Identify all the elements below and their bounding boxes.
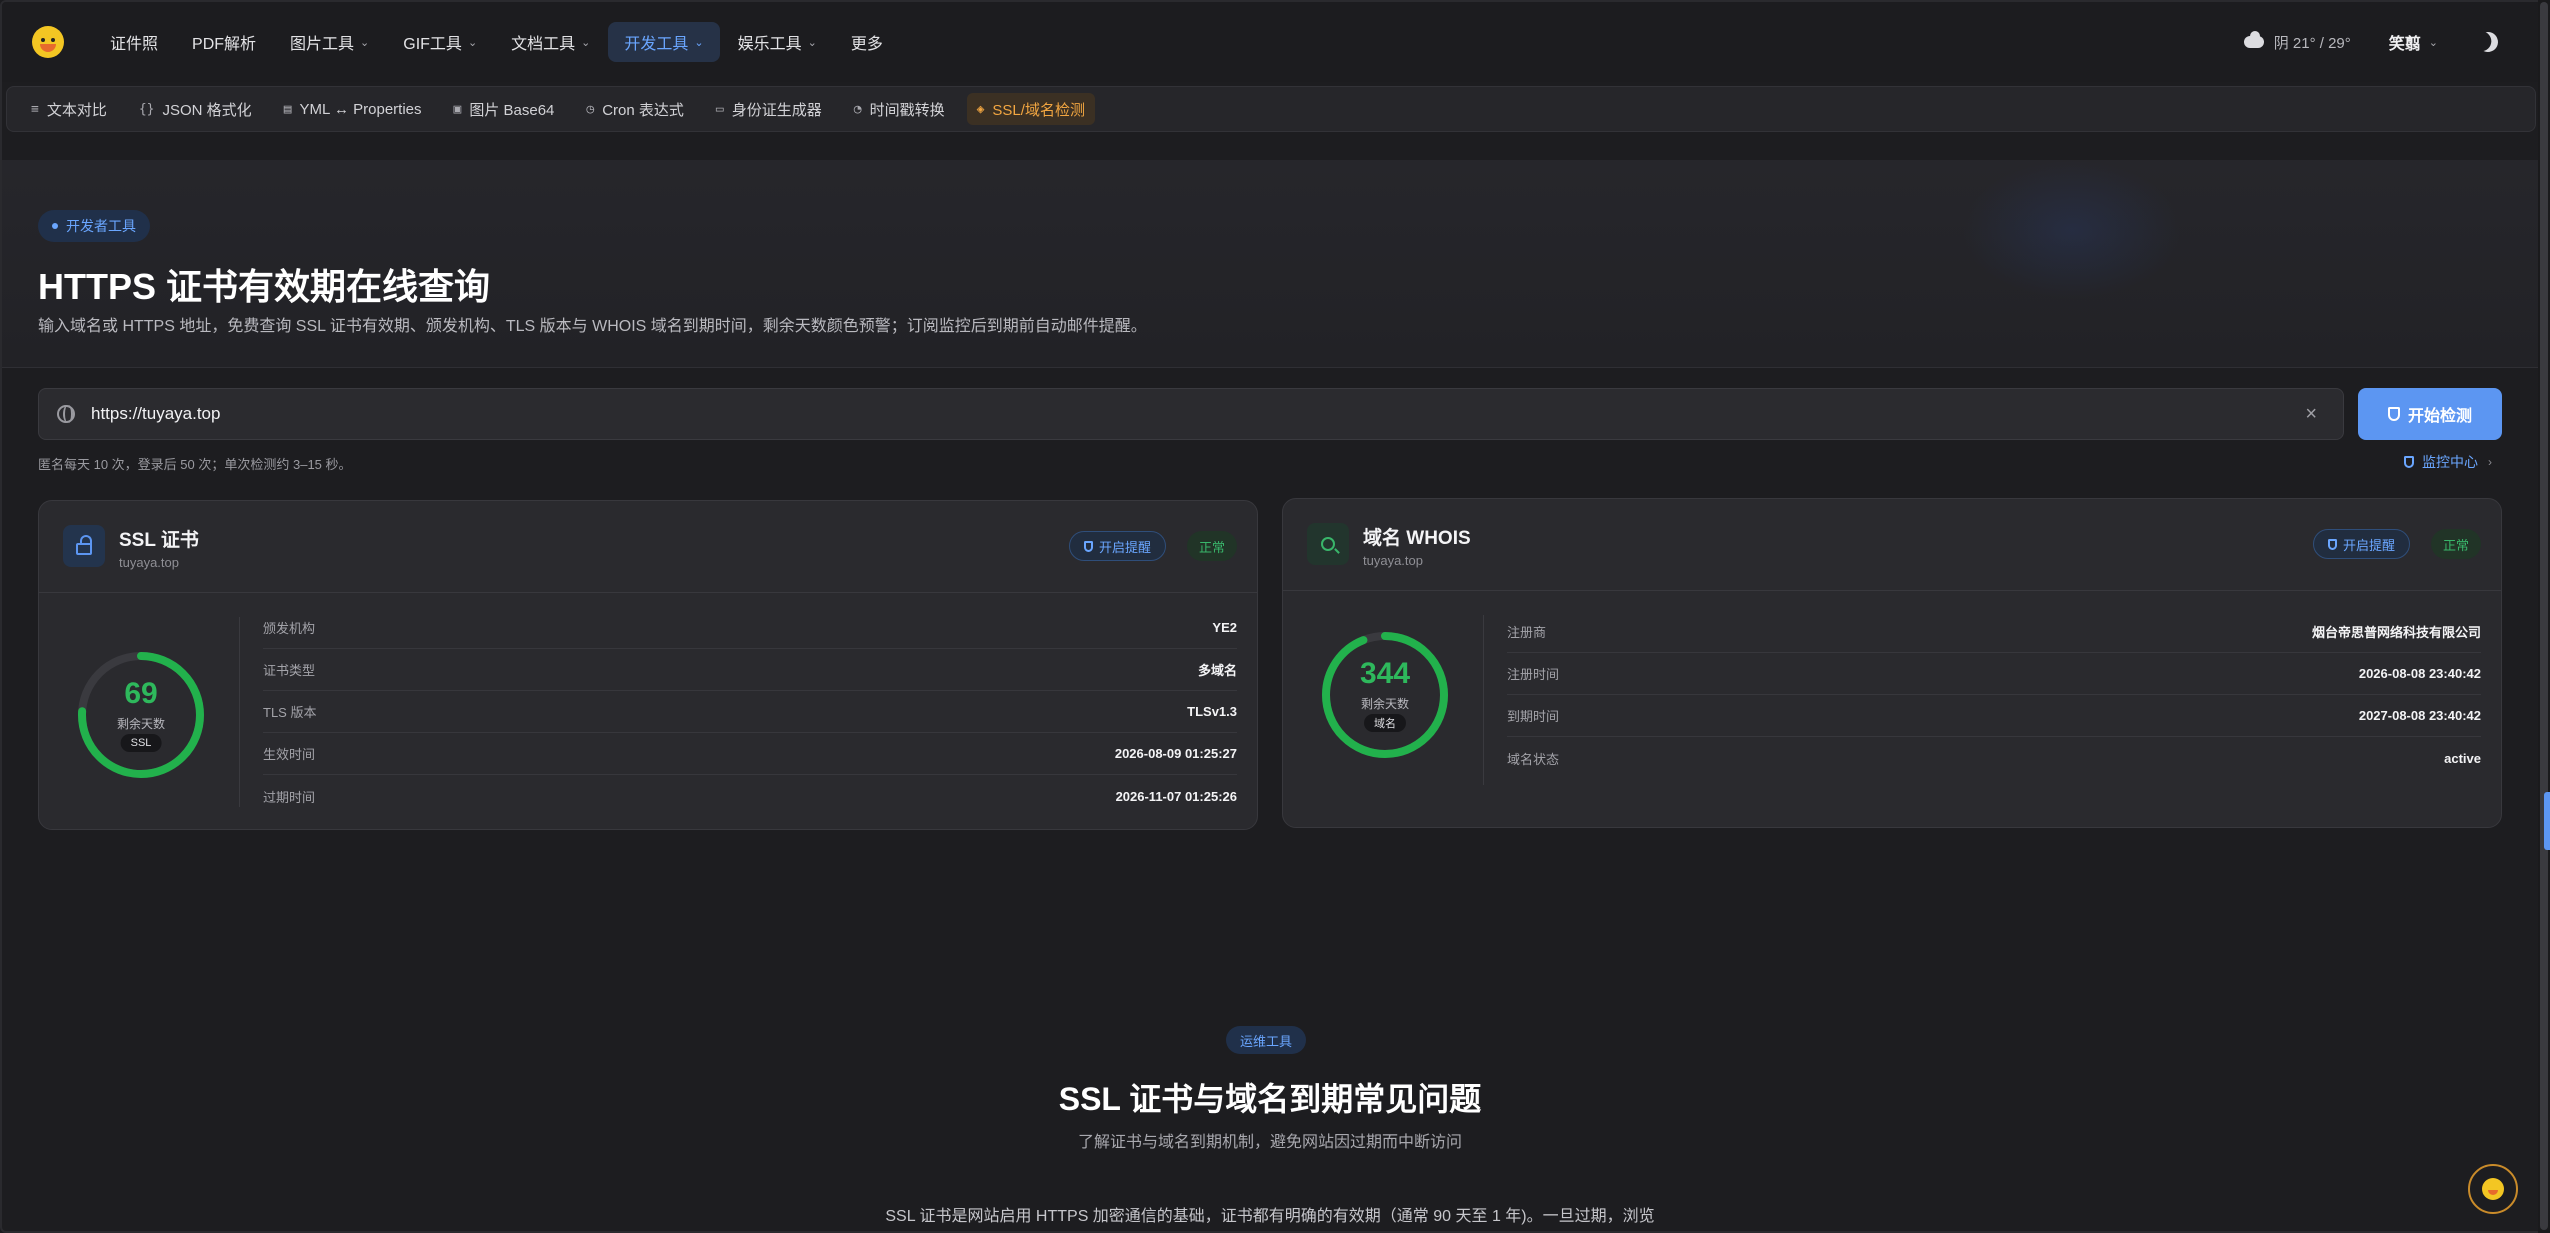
domain-input[interactable] <box>91 404 2306 424</box>
detail-row: 注册商 烟台帝思普网络科技有限公司 <box>1507 611 2481 653</box>
days-value: 69 <box>124 677 158 710</box>
tab-id-generator[interactable]: ▭ 身份证生成器 <box>706 93 832 125</box>
mascot-icon <box>2482 1178 2504 1200</box>
ssl-certificate-card: SSL 证书 tuyaya.top 开启提醒 正常 69 剩余天数 SSL 颁发… <box>38 500 1258 830</box>
nav-item-doc-tools[interactable]: 文档工具 ⌄ <box>495 22 606 62</box>
lines-icon: ≡ <box>31 101 39 117</box>
usage-hint: 匿名每天 10 次，登录后 50 次；单次检测约 3–15 秒。 <box>38 457 352 472</box>
tab-ssl-domain[interactable]: ◈ SSL/域名检测 <box>966 93 1095 125</box>
hero-section: 开发者工具 HTTPS 证书有效期在线查询 输入域名或 HTTPS 地址，免费查… <box>2 160 2538 368</box>
logo-icon[interactable] <box>32 26 64 58</box>
app-window: 证件照 PDF解析 图片工具 ⌄ GIF工具 ⌄ 文档工具 ⌄ 开发工具 ⌄ 娱乐工具 ⌄… <box>0 0 2550 1233</box>
nav-item-gif-tools[interactable]: GIF工具 ⌄ <box>387 22 493 62</box>
side-tab[interactable] <box>2544 792 2550 850</box>
page-description: 输入域名或 HTTPS 地址，免费查询 SSL 证书有效期、颁发机构、TLS 版… <box>38 318 1147 335</box>
page-title: HTTPS 证书有效期在线查询 <box>38 266 491 307</box>
id-card-icon: ▭ <box>715 101 724 117</box>
faq-paragraph: SSL 证书是网站启用 HTTPS 加密通信的基础，证书都有明确的有效期（通常 … <box>885 1208 1655 1225</box>
start-check-button[interactable]: 开始检测 <box>2358 388 2502 440</box>
nav-item-fun-tools[interactable]: 娱乐工具 ⌄ <box>722 22 833 62</box>
chevron-down-icon: ⌄ <box>694 36 704 49</box>
tab-text-diff[interactable]: ≡ 文本对比 <box>21 93 117 125</box>
chevron-down-icon: ⌄ <box>360 36 370 49</box>
user-menu[interactable]: 笑翦 ⌄ <box>2389 30 2438 54</box>
braces-icon: {} <box>138 101 155 117</box>
detail-row: 到期时间 2027-08-08 23:40:42 <box>1507 695 2481 737</box>
globe-icon <box>57 405 75 423</box>
faq-badge: 运维工具 <box>1226 1026 1307 1054</box>
chevron-right-icon: › <box>2488 455 2492 469</box>
tab-json-format[interactable]: {} JSON 格式化 <box>129 93 262 125</box>
detail-row: 颁发机构 YE2 <box>263 607 1237 649</box>
shield-icon <box>2387 407 2400 421</box>
card-domain: tuyaya.top <box>1363 553 1423 568</box>
enable-reminder-button[interactable]: 开启提醒 <box>2313 529 2411 559</box>
detail-row: 生效时间 2026-08-09 01:25:27 <box>263 733 1237 775</box>
category-badge: 开发者工具 <box>38 210 150 242</box>
lock-icon <box>63 525 105 567</box>
monitor-center-link[interactable]: 监控中心 › <box>2404 452 2492 472</box>
nav-item-id-photo[interactable]: 证件照 <box>94 22 174 62</box>
chevron-down-icon: ⌄ <box>807 36 817 49</box>
days-value: 344 <box>1359 657 1411 690</box>
detail-row: 证书类型 多域名 <box>263 649 1237 691</box>
days-label: 剩余天数 <box>116 717 165 731</box>
tab-timestamp[interactable]: ◔ 时间戳转换 <box>844 93 955 125</box>
card-domain: tuyaya.top <box>119 555 179 570</box>
image-icon: ▣ <box>453 101 462 117</box>
detail-row: 注册时间 2026-08-08 23:40:42 <box>1507 653 2481 695</box>
enable-reminder-button[interactable]: 开启提醒 <box>1069 531 1167 561</box>
cloud-icon <box>2243 31 2264 48</box>
nav-item-image-tools[interactable]: 图片工具 ⌄ <box>274 22 385 62</box>
timer-icon: ◔ <box>853 101 862 117</box>
card-title: 域名 WHOIS <box>1363 528 1471 549</box>
shield-icon: ◈ <box>976 101 985 117</box>
faq-subtitle: 了解证书与域名到期机制，避免网站因过期而中断访问 <box>1077 1134 1462 1151</box>
tab-cron[interactable]: ◷ Cron 表达式 <box>576 93 694 125</box>
chevron-down-icon: ⌄ <box>581 36 591 49</box>
nav-item-dev-tools[interactable]: 开发工具 ⌄ <box>608 22 720 62</box>
shield-icon <box>1084 540 1093 552</box>
status-badge: 正常 <box>2431 529 2482 559</box>
days-label: 剩余天数 <box>1360 697 1409 711</box>
faq-title: SSL 证书与域名到期常见问题 <box>1058 1081 1482 1117</box>
file-icon: ▤ <box>283 101 292 117</box>
tool-tabs: ≡ 文本对比 {} JSON 格式化 ▤ YML ↔ Properties ▣ 图片 B… <box>6 86 2536 132</box>
chevron-down-icon: ⌄ <box>467 36 478 49</box>
detail-row: TLS 版本 TLSv1.3 <box>263 691 1237 733</box>
weather-widget: 阴 21° / 29° <box>2243 31 2351 53</box>
clear-icon[interactable]: × <box>2305 403 2317 426</box>
assistant-button[interactable] <box>2468 1164 2518 1214</box>
days-remaining-ring: 69 剩余天数 SSL <box>75 649 207 781</box>
tab-yml-properties[interactable]: ▤ YML ↔ Properties <box>274 93 432 125</box>
nav-item-more[interactable]: 更多 <box>835 22 899 62</box>
nav-right: 阴 21° / 29° 笑翦 ⌄ <box>2243 2 2501 82</box>
domain-search-box: × <box>38 388 2344 440</box>
detail-row: 域名状态 active <box>1507 750 2481 767</box>
nav-item-pdf[interactable]: PDF解析 <box>176 22 272 62</box>
status-badge: 正常 <box>1187 531 1238 561</box>
type-tag: SSL <box>120 734 162 752</box>
card-title: SSL 证书 <box>119 530 199 551</box>
detail-row: 过期时间 2026-11-07 01:25:26 <box>263 788 1237 805</box>
shield-icon <box>2404 456 2414 468</box>
domain-whois-card: 域名 WHOIS tuyaya.top 开启提醒 正常 344 剩余天数 域名 … <box>1282 498 2502 828</box>
type-tag: 域名 <box>1364 714 1406 732</box>
tab-image-base64[interactable]: ▣ 图片 Base64 <box>444 93 565 125</box>
moon-icon[interactable] <box>2475 29 2501 55</box>
shield-icon <box>2328 538 2337 550</box>
chevron-down-icon: ⌄ <box>2428 36 2438 49</box>
top-nav: 证件照 PDF解析 图片工具 ⌄ GIF工具 ⌄ 文档工具 ⌄ 开发工具 ⌄ 娱乐工具 ⌄… <box>2 2 2538 82</box>
scrollbar-thumb[interactable] <box>2540 2 2548 1230</box>
days-remaining-ring: 344 剩余天数 域名 <box>1319 629 1451 761</box>
clock-icon: ◷ <box>586 101 595 117</box>
search-icon <box>1307 523 1349 565</box>
